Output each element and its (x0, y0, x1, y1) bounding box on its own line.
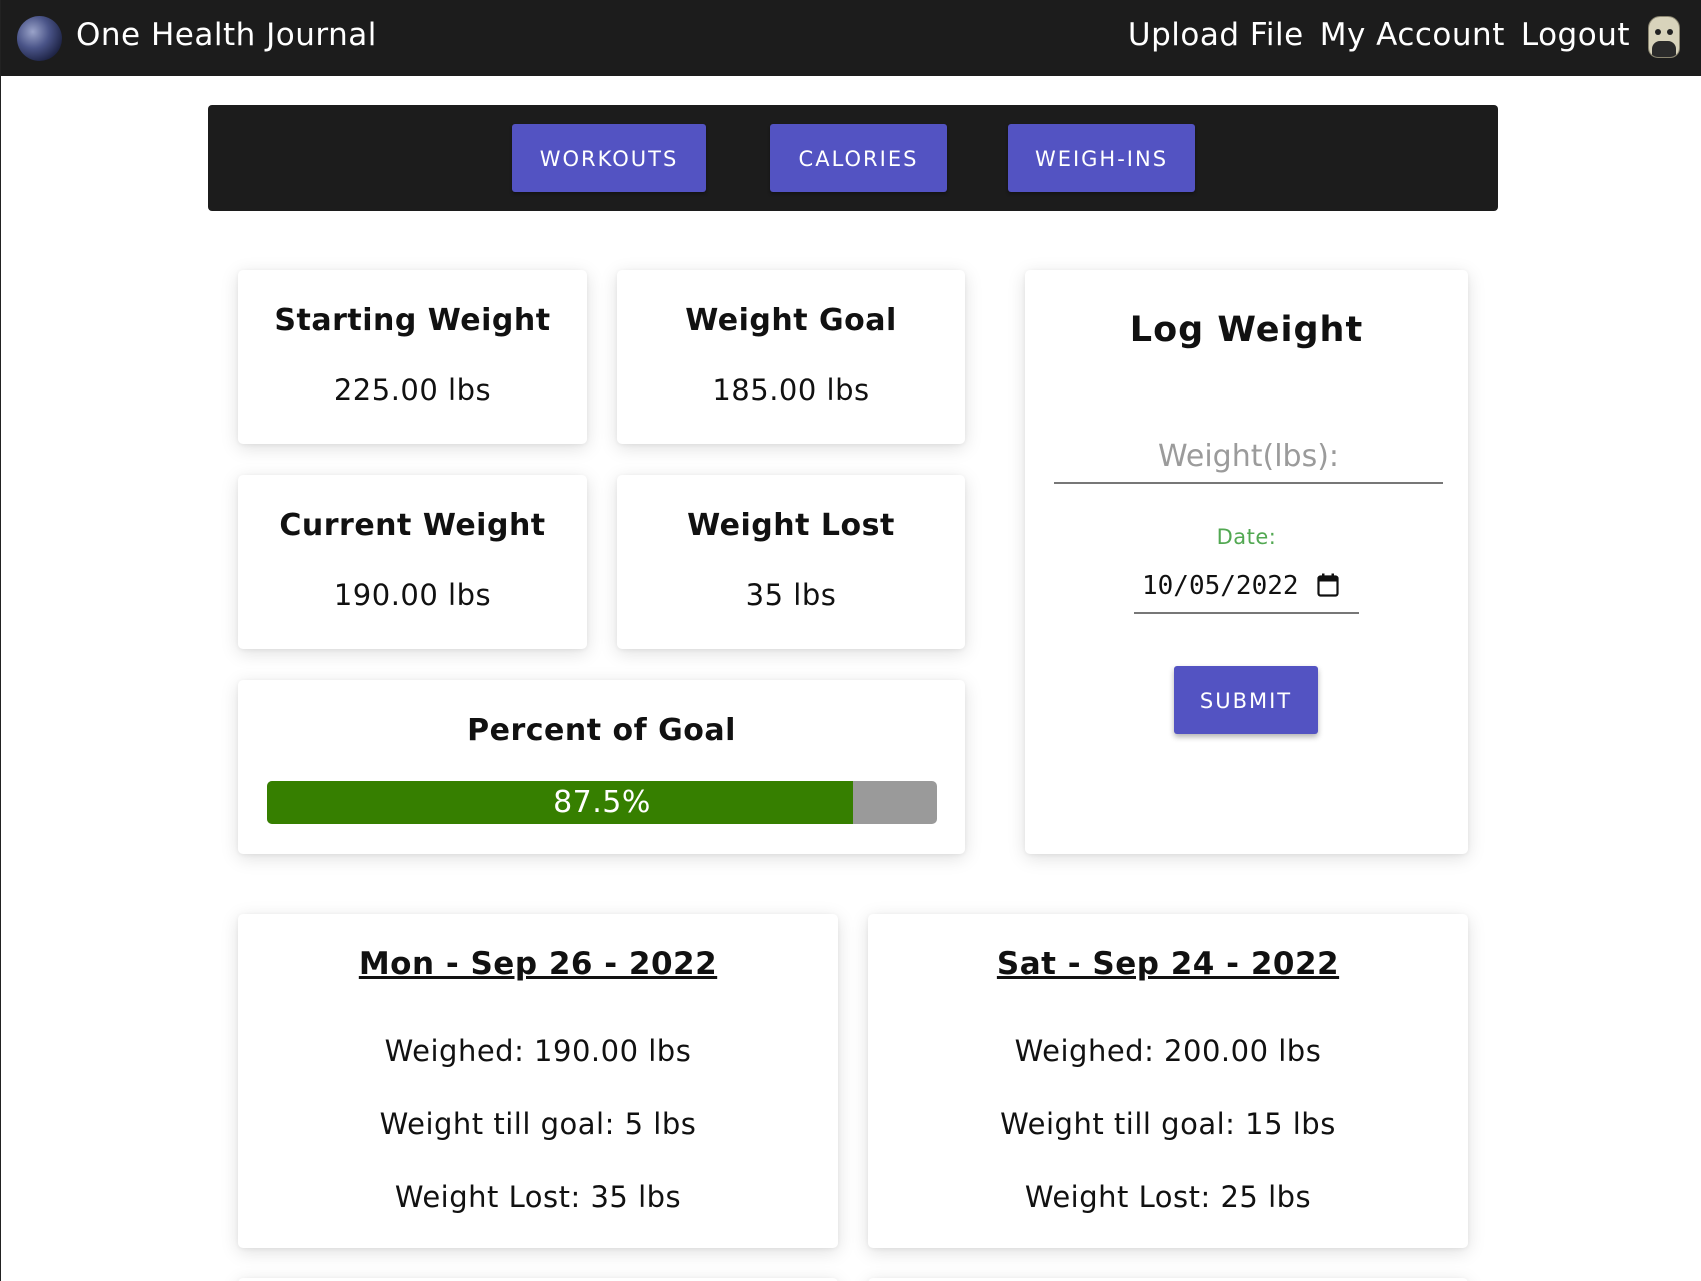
date-label: Date: (1216, 525, 1277, 549)
weigh-in-weighed: Weighed: 200.00 lbs (1014, 1034, 1322, 1068)
weight-goal-title: Weight Goal (685, 303, 897, 338)
weigh-in-lost: Weight Lost: 35 lbs (394, 1180, 682, 1214)
tab-weigh-ins[interactable]: WEIGH-INS (1008, 124, 1195, 192)
avatar-icon[interactable] (1648, 16, 1680, 58)
page: One Health Journal Upload File My Accoun… (0, 0, 1701, 1281)
current-weight-value: 190.00 lbs (333, 578, 492, 612)
goal-progress-bar: 87.5% (267, 781, 937, 824)
globe-icon[interactable] (17, 16, 62, 61)
weigh-in-date[interactable]: Sat - Sep 24 - 2022 (868, 946, 1468, 982)
top-navbar: One Health Journal Upload File My Accoun… (1, 0, 1701, 76)
my-account-link[interactable]: My Account (1320, 17, 1505, 53)
weight-goal-card: Weight Goal 185.00 lbs (617, 270, 965, 444)
section-tabbar: WORKOUTS CALORIES WEIGH-INS (208, 105, 1498, 211)
date-input[interactable]: 10/05/2022 (1134, 557, 1359, 614)
weight-lost-value: 35 lbs (745, 578, 837, 612)
starting-weight-card: Starting Weight 225.00 lbs (238, 270, 587, 444)
weigh-in-till-goal: Weight till goal: 5 lbs (379, 1107, 697, 1141)
upload-file-link[interactable]: Upload File (1128, 17, 1304, 53)
percent-of-goal-title: Percent of Goal (467, 713, 736, 748)
weigh-in-weighed: Weighed: 190.00 lbs (384, 1034, 692, 1068)
tab-workouts[interactable]: WORKOUTS (512, 124, 706, 192)
date-value: 10/05/2022 (1142, 571, 1299, 601)
current-weight-title: Current Weight (279, 508, 546, 543)
calendar-icon[interactable] (1317, 573, 1339, 597)
starting-weight-value: 225.00 lbs (333, 373, 492, 407)
logout-link[interactable]: Logout (1521, 17, 1630, 53)
starting-weight-title: Starting Weight (274, 303, 551, 338)
goal-progress-label: 87.5% (553, 785, 651, 820)
weight-goal-value: 185.00 lbs (712, 373, 870, 407)
submit-button[interactable]: SUBMIT (1174, 666, 1318, 734)
weight-lost-card: Weight Lost 35 lbs (617, 475, 965, 649)
weigh-in-card: Mon - Sep 26 - 2022 Weighed: 190.00 lbs … (238, 914, 838, 1248)
tab-calories[interactable]: CALORIES (770, 124, 947, 192)
percent-of-goal-card: Percent of Goal 87.5% (238, 680, 965, 854)
weight-input[interactable] (1054, 430, 1443, 484)
log-weight-card: Log Weight Date: 10/05/2022 SUBMIT (1025, 270, 1468, 854)
current-weight-card: Current Weight 190.00 lbs (238, 475, 587, 649)
weight-lost-title: Weight Lost (687, 508, 895, 543)
nav-links: Upload File My Account Logout (1128, 17, 1630, 53)
weigh-in-lost: Weight Lost: 25 lbs (1024, 1180, 1312, 1214)
weigh-in-card: Sat - Sep 24 - 2022 Weighed: 200.00 lbs … (868, 914, 1468, 1248)
weigh-in-date[interactable]: Mon - Sep 26 - 2022 (238, 946, 838, 982)
log-weight-title: Log Weight (1129, 310, 1364, 350)
app-title[interactable]: One Health Journal (76, 17, 377, 53)
weigh-in-till-goal: Weight till goal: 15 lbs (1000, 1107, 1336, 1141)
